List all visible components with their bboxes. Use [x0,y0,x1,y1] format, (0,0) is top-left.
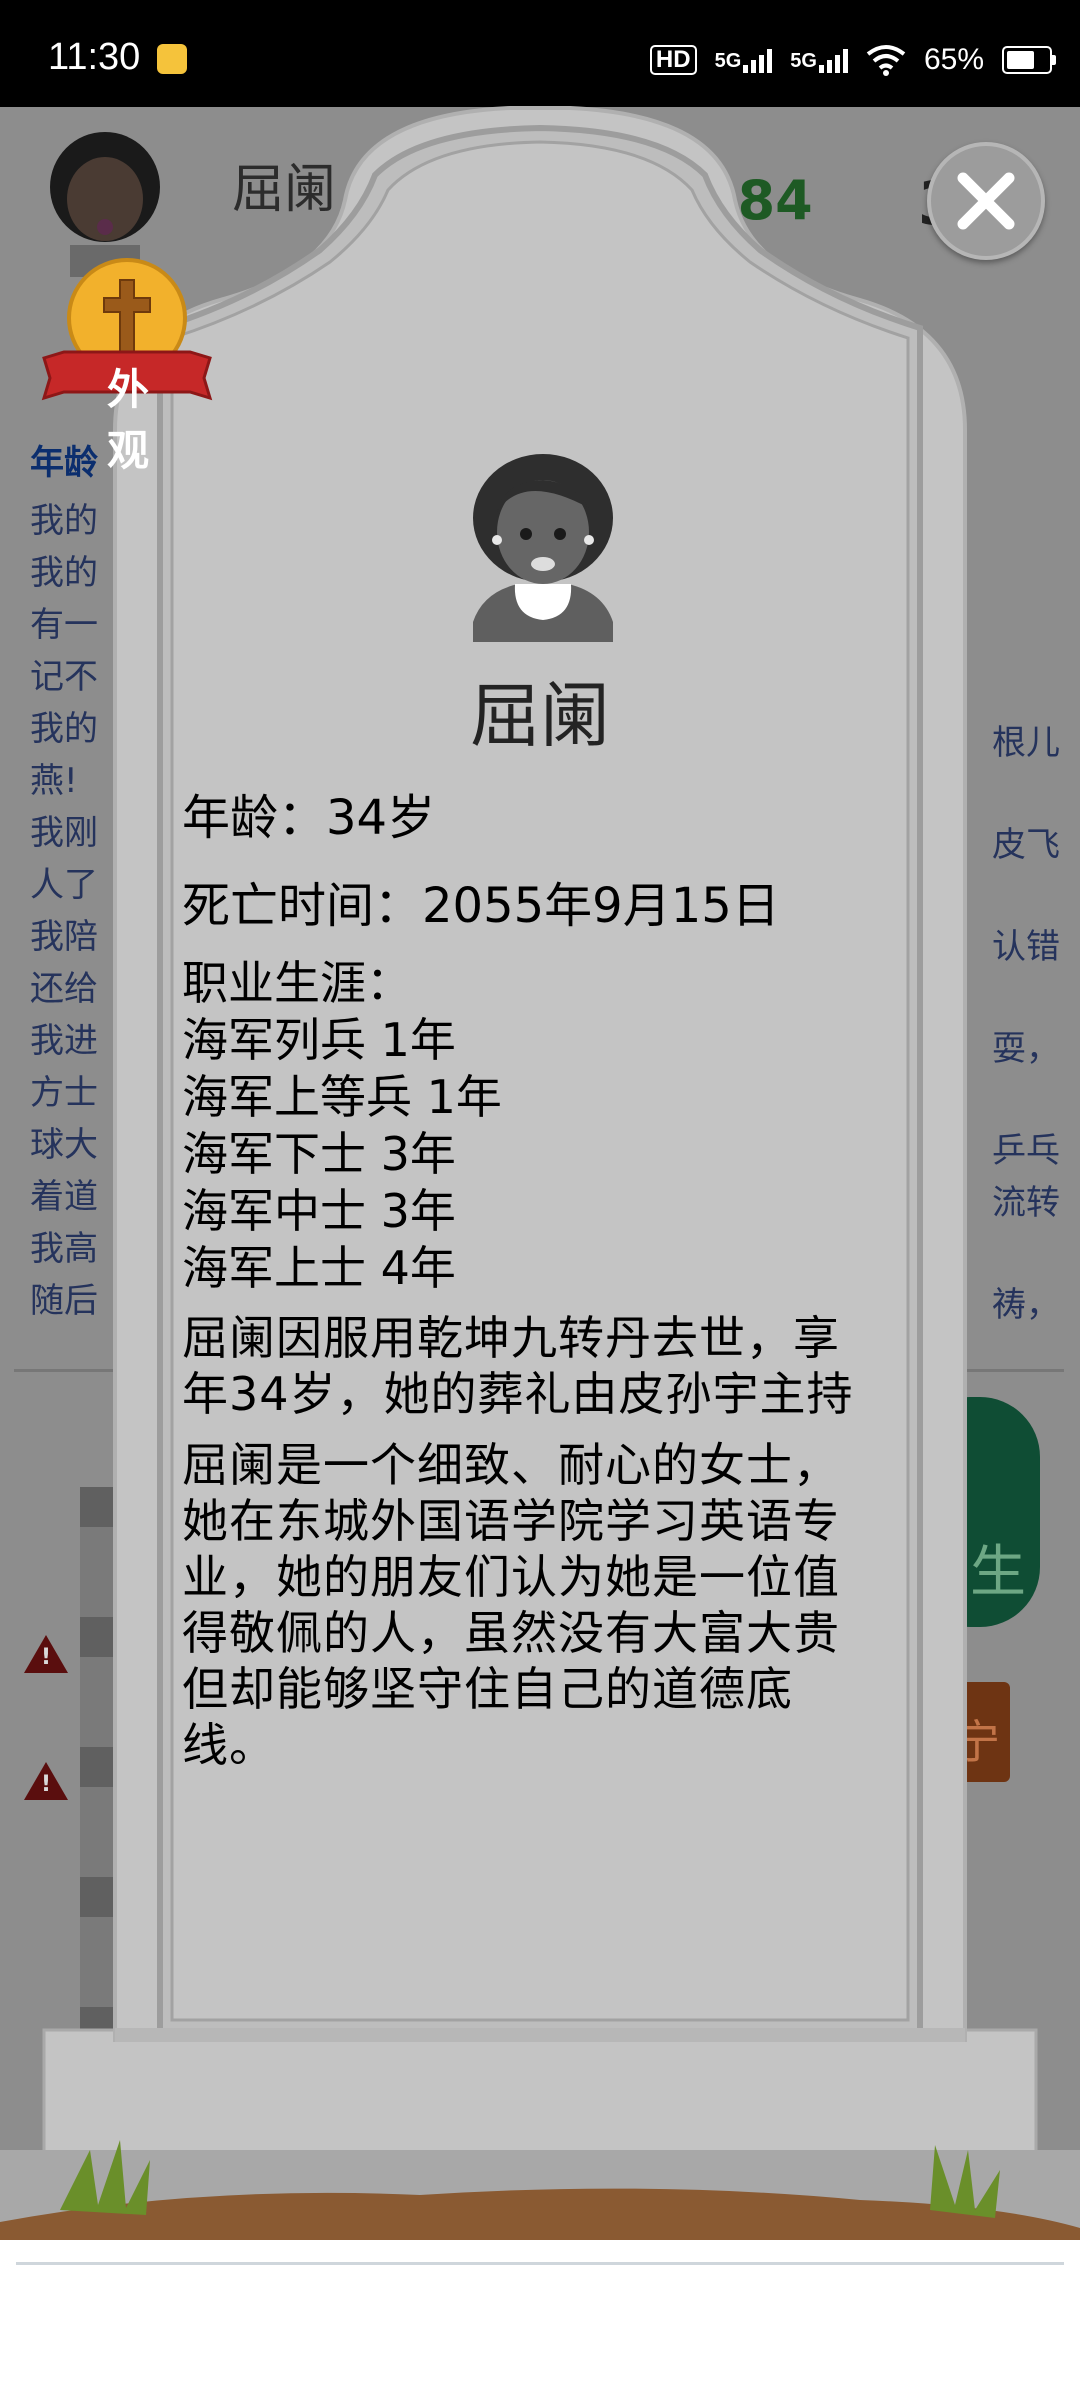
appearance-badge-label: 外观 [106,365,149,475]
deceased-name: 屈阑 [470,675,610,757]
bottom-divider [16,2262,1064,2265]
death-time-line: 死亡时间：2055年9月15日 [182,878,780,934]
close-button[interactable] [927,142,1045,260]
funeral-text: 屈阑因服用乾坤九转丹去世，享年34岁，她的葬礼由皮孙宇主持 [182,1311,854,1421]
deceased-portrait [473,454,613,642]
career-section: 职业生涯： 海军列兵 1年 海军上等兵 1年 海军下士 3年 海军中士 3年 海… [182,955,502,1297]
tombstone-dialog: 外观 屈阑 年龄：34岁 死亡时间：2055年9月15日 职业生涯： 海军列兵 … [0,0,1080,2408]
career-item: 海军上等兵 1年 [182,1070,502,1124]
career-item: 海军上士 4年 [182,1241,456,1295]
close-icon [957,172,1015,230]
career-title: 职业生涯： [182,956,412,1010]
age-line: 年龄：34岁 [182,790,436,846]
career-item: 海军中士 3年 [182,1184,456,1238]
appearance-badge[interactable]: 外观 [40,258,215,475]
career-item: 海军列兵 1年 [182,1013,456,1067]
career-item: 海军下士 3年 [182,1127,456,1181]
biography-text: 屈阑是一个细致、耐心的女士，她在东城外国语学院学习英语专业，她的朋友们认为她是一… [182,1438,840,1772]
